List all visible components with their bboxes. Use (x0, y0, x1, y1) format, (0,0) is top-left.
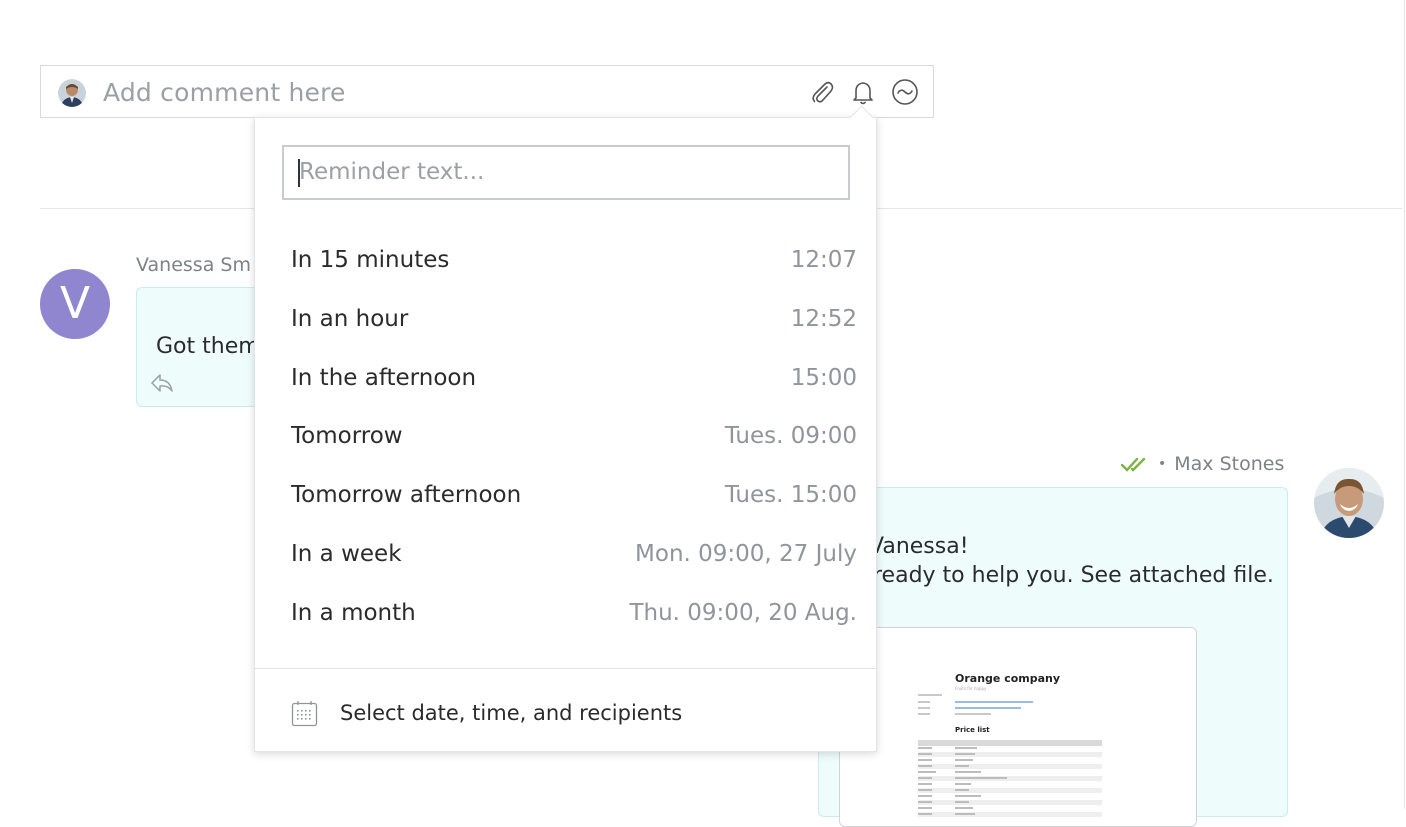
option-time: 12:52 (790, 306, 857, 332)
option-label: In the afternoon (291, 365, 477, 391)
option-label: In a week (291, 541, 402, 567)
option-time: Thu. 09:00, 20 Aug. (629, 600, 857, 626)
option-label: Tomorrow (291, 423, 403, 449)
smiley-icon[interactable] (891, 78, 919, 106)
reminder-option-hour[interactable]: In an hour 12:52 (291, 297, 857, 341)
reminder-option-week[interactable]: In a week Mon. 09:00, 27 July (291, 532, 857, 576)
option-time: 12:07 (790, 247, 857, 273)
max-name: Max Stones (1174, 453, 1285, 475)
reminder-option-15-minutes[interactable]: In 15 minutes 12:07 (291, 238, 857, 282)
right-edge-divider (1404, 0, 1405, 809)
doc-title: Orange company (955, 672, 1061, 685)
comment-bar[interactable]: Add comment here (40, 65, 934, 118)
max-message-line1: Vanessa! (869, 534, 969, 559)
current-user-avatar (58, 79, 86, 107)
max-message-bubble: Vanessa! ready to help you. See attached… (818, 487, 1288, 827)
text-caret (298, 159, 300, 187)
option-time: Tues. 15:00 (724, 482, 857, 508)
max-message-line2: ready to help you. See attached file. (873, 563, 1274, 588)
option-label: In an hour (291, 306, 409, 332)
reminder-placeholder: Reminder text... (299, 159, 485, 185)
comment-input[interactable]: Add comment here (103, 78, 346, 107)
attachment-preview[interactable]: Orange company Fruits for happy Price li… (839, 627, 1197, 827)
option-time: Tues. 09:00 (724, 423, 857, 449)
vanessa-name: Vanessa Sm (136, 254, 251, 276)
doc-subtitle: Fruits for happy (955, 686, 987, 691)
vanessa-message-text: Got them (156, 334, 260, 359)
reminder-popup: Reminder text... In 15 minutes 12:07 In … (254, 105, 877, 752)
bell-icon[interactable] (849, 78, 877, 106)
option-label: Tomorrow afternoon (291, 482, 522, 508)
max-avatar (1314, 468, 1384, 538)
calendar-icon (291, 700, 318, 726)
reminder-option-month[interactable]: In a month Thu. 09:00, 20 Aug. (291, 591, 857, 635)
meta-separator: • (1158, 456, 1167, 472)
reply-icon[interactable] (149, 372, 175, 394)
option-time: Mon. 09:00, 27 July (635, 541, 857, 567)
reminder-option-tomorrow-afternoon[interactable]: Tomorrow afternoon Tues. 15:00 (291, 473, 857, 517)
vanessa-avatar: V (40, 269, 110, 339)
paperclip-icon[interactable] (808, 78, 836, 106)
reminder-option-afternoon[interactable]: In the afternoon 15:00 (291, 356, 857, 400)
max-message-meta: • Max Stones (1120, 453, 1284, 475)
reminder-text-input[interactable]: Reminder text... (282, 145, 850, 200)
doc-content-lines (918, 694, 1102, 817)
select-date-time-label: Select date, time, and recipients (340, 701, 683, 725)
option-label: In a month (291, 600, 416, 626)
option-time: 15:00 (790, 365, 857, 391)
option-label: In 15 minutes (291, 247, 450, 273)
select-date-time-button[interactable]: Select date, time, and recipients (291, 693, 682, 733)
reminder-option-tomorrow[interactable]: Tomorrow Tues. 09:00 (291, 414, 857, 458)
popup-footer-divider (255, 668, 876, 669)
double-check-icon (1120, 457, 1146, 472)
